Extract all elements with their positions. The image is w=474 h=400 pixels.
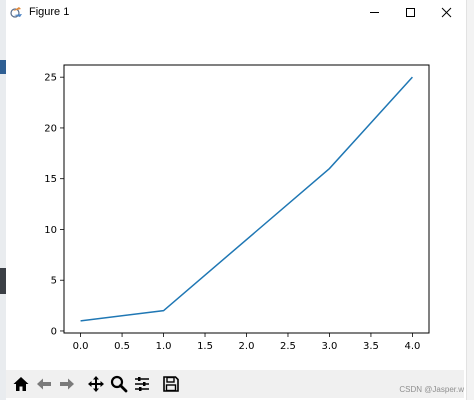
forward-icon [60, 378, 74, 390]
y-tick-label: 20 [44, 123, 57, 134]
back-button[interactable] [33, 373, 55, 395]
x-tick-label: 2.5 [280, 341, 296, 352]
home-icon [13, 377, 29, 391]
x-tick-label: 2.0 [239, 341, 255, 352]
configure-subplots-icon [135, 377, 149, 391]
y-tick-label: 15 [44, 174, 57, 185]
window-title: Figure 1 [29, 6, 70, 18]
close-button[interactable] [428, 0, 464, 24]
save-icon [163, 376, 179, 392]
x-tick-label: 0.5 [114, 341, 130, 352]
maximize-icon [405, 7, 415, 17]
minimize-icon [369, 11, 379, 13]
series-group [80, 76, 413, 322]
maximize-button[interactable] [392, 0, 428, 24]
pan-button[interactable] [85, 373, 107, 395]
x-tick-label: 1.5 [197, 341, 213, 352]
back-icon [37, 378, 51, 390]
y-tick-label: 10 [44, 225, 57, 236]
y-tick-label: 25 [44, 73, 57, 84]
pan-icon [88, 376, 104, 392]
navigation-toolbar [6, 370, 464, 398]
window-controls [356, 0, 464, 24]
x-tick-label: 3.0 [322, 341, 338, 352]
configure-subplots-button[interactable] [131, 373, 153, 395]
y-tick-label: 0 [51, 326, 57, 337]
zoom-button[interactable] [108, 373, 130, 395]
zoom-icon [110, 375, 128, 393]
figure-canvas[interactable]: 0.0 0.5 1.0 1.5 2.0 2.5 3.0 3.5 4.0 0 5 10 15 20 25 [6, 24, 464, 370]
x-axis: 0.0 0.5 1.0 1.5 2.0 2.5 3.0 3.5 4.0 [73, 333, 420, 352]
y-axis: 0 5 10 15 20 25 [44, 73, 64, 337]
x-tick-label: 4.0 [404, 341, 420, 352]
minimize-button[interactable] [356, 0, 392, 24]
series-line-0 [80, 76, 413, 322]
close-icon [441, 7, 451, 17]
save-button[interactable] [160, 373, 182, 395]
x-tick-label: 1.0 [156, 341, 172, 352]
watermark: CSDN @Jasper.w [399, 385, 464, 394]
home-button[interactable] [10, 373, 32, 395]
forward-button[interactable] [56, 373, 78, 395]
line-chart: 0.0 0.5 1.0 1.5 2.0 2.5 3.0 3.5 4.0 0 5 10 15 20 25 [44, 64, 430, 352]
x-tick-label: 3.5 [363, 341, 379, 352]
matplotlib-app-icon [10, 7, 22, 18]
x-tick-label: 0.0 [73, 341, 89, 352]
y-tick-label: 5 [51, 276, 57, 287]
title-bar[interactable]: Figure 1 [6, 0, 464, 24]
background-window-right-edge [466, 0, 474, 400]
axes-frame [63, 64, 430, 334]
